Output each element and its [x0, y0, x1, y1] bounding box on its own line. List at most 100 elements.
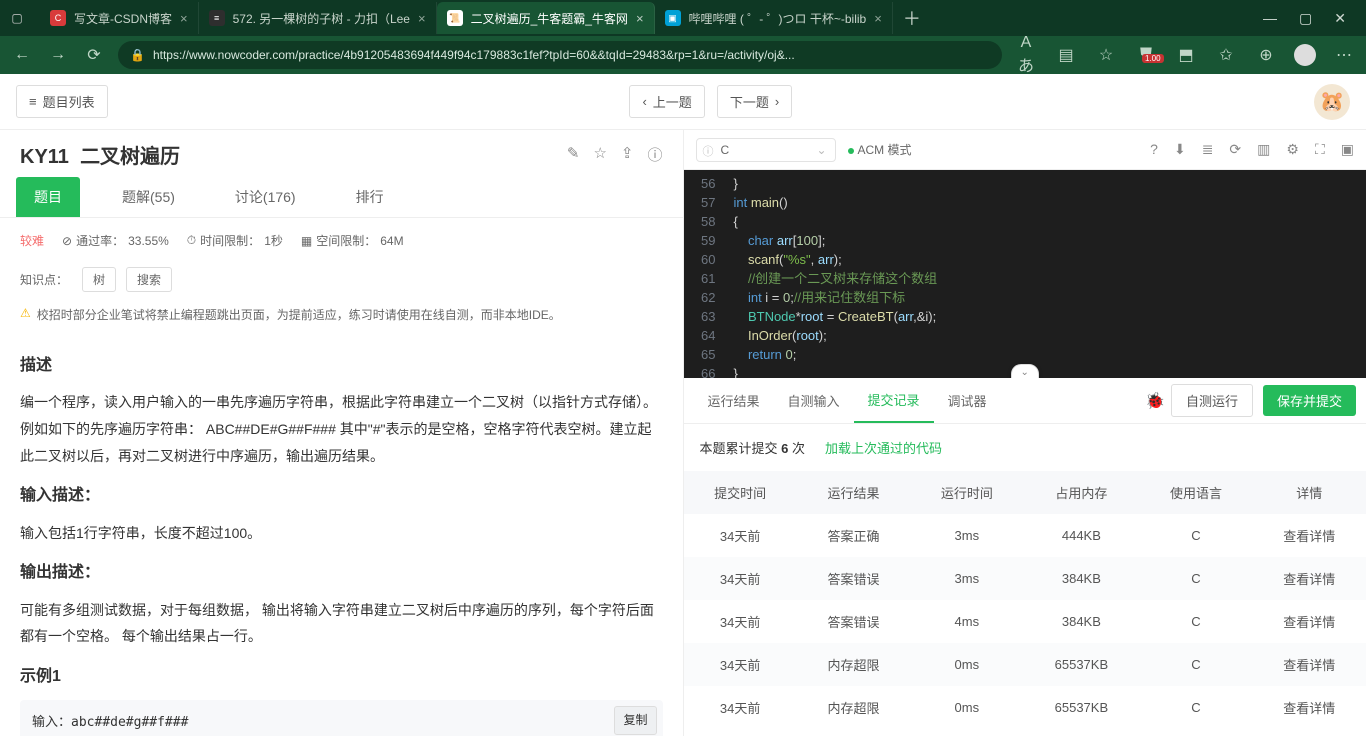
collections2-icon[interactable]: ⊕	[1254, 45, 1278, 65]
lock-icon: 🔒	[130, 48, 145, 62]
bug-icon[interactable]: 🐞	[1145, 391, 1165, 411]
output-text: 可能有多组测试数据，对于每组数据， 输出将输入字符串建立二叉树后中序遍历的序列，…	[20, 597, 663, 650]
result-tab[interactable]: 提交记录	[854, 378, 934, 423]
problem-meta: 较难 ⊘通过率：33.55% ⏱时间限制：1秒 ▦空间限制：64M	[0, 218, 683, 263]
table-row: 34天前内存超限0ms65537KBC查看详情	[684, 686, 1366, 729]
collections-icon[interactable]: ▤	[1054, 45, 1078, 65]
view-detail-link[interactable]: 查看详情	[1283, 658, 1335, 673]
result-tab[interactable]: 自测输入	[774, 379, 854, 422]
browser-tab[interactable]: ≡572. 另一棵树的子树 - 力扣（Lee×	[199, 2, 437, 34]
settings-icon[interactable]: ⚙	[1286, 141, 1299, 158]
table-row: 34天前答案正确3ms444KBC查看详情	[684, 514, 1366, 557]
problem-tab[interactable]: 讨论(176)	[217, 177, 314, 217]
layout-icon[interactable]: ▥	[1257, 141, 1270, 158]
problem-tabs: 题目题解(55) 讨论(176) 排行	[0, 177, 683, 218]
address-bar[interactable]: 🔒 https://www.nowcoder.com/practice/4b91…	[118, 41, 1002, 69]
problem-tab[interactable]: 排行	[338, 177, 402, 217]
code-editor[interactable]: 5657585960616263646566 } int main() { ch…	[684, 170, 1366, 378]
problem-title: 二叉树遍历	[80, 146, 180, 168]
popout-icon[interactable]: ▣	[1341, 141, 1354, 158]
problem-content: 描述 编一个程序，读入用户输入的一串先序遍历字符串，根据此字符串建立一个二叉树（…	[0, 339, 683, 736]
info-icon[interactable]: ⓘ	[647, 144, 662, 165]
view-detail-link[interactable]: 查看详情	[1283, 572, 1335, 587]
check-icon: ⊘	[62, 234, 72, 248]
extension-icon[interactable]: ⛊	[1134, 46, 1158, 64]
clock-icon: ⏱	[187, 233, 196, 248]
tag-chip[interactable]: 树	[82, 267, 116, 292]
problem-tab[interactable]: 题解(55)	[104, 177, 193, 217]
page-topbar: ≡题目列表 ‹上一题 下一题› 🐹	[0, 74, 1366, 130]
table-header: 详情	[1253, 471, 1366, 514]
submit-button[interactable]: 保存并提交	[1263, 385, 1356, 416]
desc-text: 编一个程序，读入用户输入的一串先序遍历字符串，根据此字符串建立一个二叉树（以指针…	[20, 389, 663, 469]
collapse-editor-icon[interactable]: ⌄	[1011, 364, 1039, 378]
favorites-icon[interactable]: ☆	[1094, 45, 1118, 65]
output-heading: 输出描述：	[20, 558, 663, 588]
profile-icon[interactable]	[1294, 44, 1316, 66]
favorites-bar-icon[interactable]: ✩	[1214, 45, 1238, 65]
warn-text: 校招时部分企业笔试将禁止编程题跳出页面，为提前适应，练习时请使用在线自测，而非本…	[37, 306, 561, 323]
window-close-icon[interactable]: ✕	[1334, 10, 1346, 27]
tag-chip[interactable]: 搜索	[126, 267, 172, 292]
new-tab-button[interactable]: ＋	[893, 5, 931, 31]
view-detail-link[interactable]: 查看详情	[1283, 701, 1335, 716]
download-icon[interactable]: ⬇	[1174, 141, 1186, 158]
nav-back-icon[interactable]: ←	[10, 46, 34, 64]
result-tabs: 运行结果自测输入提交记录调试器 🐞 自测运行 保存并提交	[684, 378, 1366, 424]
fullscreen-icon[interactable]: ⛶	[1315, 141, 1325, 158]
editor-toolbar: C ACM 模式 ? ⬇ ≣ ⟳ ▥ ⚙ ⛶ ▣	[684, 130, 1366, 170]
help-icon[interactable]: ?	[1150, 141, 1158, 158]
warn-icon: ⚠	[20, 306, 31, 323]
view-detail-link[interactable]: 查看详情	[1283, 615, 1335, 630]
next-problem-button[interactable]: 下一题›	[717, 85, 792, 118]
table-row: 34天前内存超限0ms65537KBC查看详情	[684, 643, 1366, 686]
reset-icon[interactable]: ⟳	[1229, 141, 1241, 158]
window-maximize-icon[interactable]: ▢	[1299, 10, 1312, 27]
table-row: 34天前答案错误3ms384KBC查看详情	[684, 557, 1366, 600]
submit-count: 本题累计提交 6 次	[700, 438, 805, 457]
result-tab[interactable]: 运行结果	[694, 379, 774, 422]
nav-reload-icon[interactable]: ⟳	[82, 45, 106, 65]
example-heading: 示例1	[20, 662, 663, 692]
result-tab[interactable]: 调试器	[934, 379, 1001, 422]
more-icon[interactable]: ⋯	[1332, 45, 1356, 65]
copy-input-button[interactable]: 复制	[614, 706, 656, 735]
self-test-button[interactable]: 自测运行	[1171, 384, 1253, 417]
window-minimize-icon[interactable]: —	[1263, 10, 1277, 26]
format-icon[interactable]: ≣	[1202, 141, 1214, 158]
load-last-pass-link[interactable]: 加载上次通过的代码	[825, 438, 942, 457]
browser-titlebar: ▢ C写文章-CSDN博客×≡572. 另一棵树的子树 - 力扣（Lee×📜二叉…	[0, 0, 1366, 36]
example-in-label: 输入：	[32, 714, 71, 729]
share-icon[interactable]: ⇪	[621, 144, 634, 165]
desc-heading: 描述	[20, 351, 663, 381]
close-tab-icon[interactable]: ×	[418, 11, 426, 26]
nav-forward-icon[interactable]: →	[46, 46, 70, 64]
view-detail-link[interactable]: 查看详情	[1283, 529, 1335, 544]
extension2-icon[interactable]: ⬒	[1174, 45, 1198, 65]
read-aloud-icon[interactable]: Aあ	[1014, 34, 1038, 76]
close-tab-icon[interactable]: ×	[636, 11, 644, 26]
close-tab-icon[interactable]: ×	[180, 11, 188, 26]
problem-list-button[interactable]: ≡题目列表	[16, 85, 108, 118]
star-icon[interactable]: ☆	[593, 144, 606, 165]
difficulty-label: 较难	[20, 232, 44, 249]
url-text: https://www.nowcoder.com/practice/4b9120…	[153, 48, 795, 62]
input-text: 输入包括1行字符串，长度不超过100。	[20, 520, 663, 547]
browser-toolbar: ← → ⟳ 🔒 https://www.nowcoder.com/practic…	[0, 36, 1366, 74]
browser-tab[interactable]: 📜二叉树遍历_牛客题霸_牛客网×	[437, 2, 655, 34]
input-heading: 输入描述：	[20, 481, 663, 511]
table-header: 提交时间	[684, 471, 797, 514]
prev-problem-button[interactable]: ‹上一题	[629, 85, 704, 118]
problem-code: KY11	[20, 146, 69, 168]
problem-tab[interactable]: 题目	[16, 177, 80, 217]
sidebar-toggle-icon[interactable]: ▢	[8, 9, 26, 27]
browser-tab[interactable]: C写文章-CSDN博客×	[40, 2, 199, 34]
browser-tab[interactable]: ▣哔哩哔哩 ( ゜- ゜)つロ 干杯~-bilib×	[655, 2, 893, 34]
avatar[interactable]: 🐹	[1314, 84, 1350, 120]
edit-icon[interactable]: ✎	[567, 144, 580, 165]
table-header: 占用内存	[1023, 471, 1139, 514]
example-in: abc##de#g##f###	[71, 715, 188, 730]
tags-label: 知识点：	[20, 271, 68, 288]
language-select[interactable]: C	[696, 138, 836, 162]
close-tab-icon[interactable]: ×	[874, 11, 882, 26]
